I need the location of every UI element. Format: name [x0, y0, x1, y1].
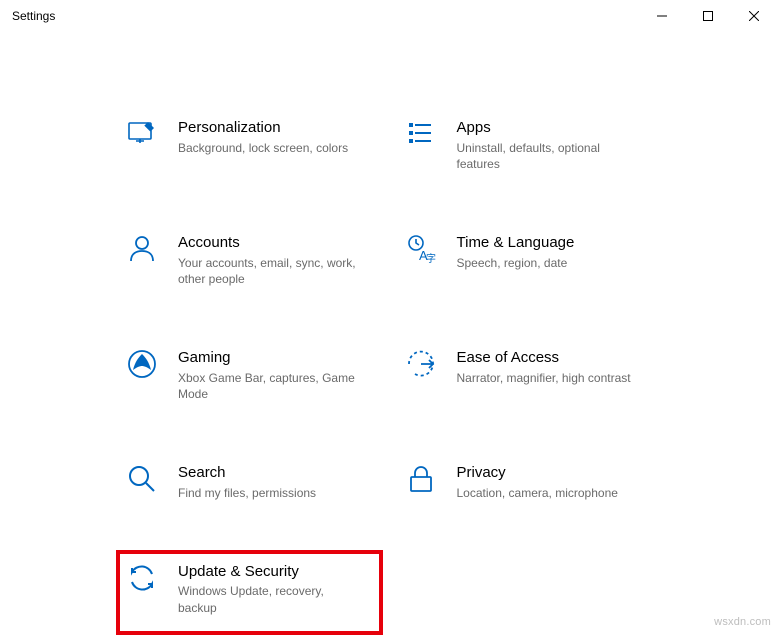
category-title: Privacy — [457, 463, 652, 483]
minimize-button[interactable] — [639, 0, 685, 32]
close-button[interactable] — [731, 0, 777, 32]
category-desc: Uninstall, defaults, optional features — [457, 140, 637, 174]
settings-grid: Personalization Background, lock screen,… — [120, 112, 657, 629]
category-privacy[interactable]: Privacy Location, camera, microphone — [399, 457, 658, 507]
category-text: Apps Uninstall, defaults, optional featu… — [457, 118, 652, 173]
update-security-icon — [126, 562, 158, 594]
category-title: Search — [178, 463, 373, 483]
time-language-icon: A 字 — [405, 233, 437, 265]
category-desc: Windows Update, recovery, backup — [178, 583, 358, 617]
category-title: Personalization — [178, 118, 373, 138]
gaming-icon — [126, 348, 158, 380]
category-personalization[interactable]: Personalization Background, lock screen,… — [120, 112, 379, 179]
category-update-security[interactable]: Update & Security Windows Update, recove… — [116, 550, 383, 635]
titlebar: Settings — [0, 0, 777, 32]
personalization-icon — [126, 118, 158, 150]
search-icon — [126, 463, 158, 495]
minimize-icon — [657, 11, 667, 21]
category-title: Apps — [457, 118, 652, 138]
category-text: Time & Language Speech, region, date — [457, 233, 652, 271]
accounts-icon — [126, 233, 158, 265]
category-apps[interactable]: Apps Uninstall, defaults, optional featu… — [399, 112, 658, 179]
category-time-language[interactable]: A 字 Time & Language Speech, region, date — [399, 227, 658, 294]
category-search[interactable]: Search Find my files, permissions — [120, 457, 379, 507]
category-desc: Xbox Game Bar, captures, Game Mode — [178, 370, 358, 404]
privacy-icon — [405, 463, 437, 495]
category-desc: Location, camera, microphone — [457, 485, 637, 502]
watermark: wsxdn.com — [714, 616, 771, 628]
category-desc: Narrator, magnifier, high contrast — [457, 370, 637, 387]
category-desc: Speech, region, date — [457, 255, 637, 272]
category-text: Ease of Access Narrator, magnifier, high… — [457, 348, 652, 386]
category-text: Search Find my files, permissions — [178, 463, 373, 501]
category-title: Time & Language — [457, 233, 652, 253]
category-ease-of-access[interactable]: Ease of Access Narrator, magnifier, high… — [399, 342, 658, 409]
category-text: Privacy Location, camera, microphone — [457, 463, 652, 501]
settings-content: Personalization Background, lock screen,… — [0, 32, 777, 629]
ease-of-access-icon — [405, 348, 437, 380]
category-text: Gaming Xbox Game Bar, captures, Game Mod… — [178, 348, 373, 403]
category-title: Accounts — [178, 233, 373, 253]
category-title: Gaming — [178, 348, 373, 368]
category-text: Accounts Your accounts, email, sync, wor… — [178, 233, 373, 288]
category-gaming[interactable]: Gaming Xbox Game Bar, captures, Game Mod… — [120, 342, 379, 409]
svg-text:字: 字 — [426, 252, 436, 265]
maximize-button[interactable] — [685, 0, 731, 32]
window-controls — [639, 0, 777, 32]
category-desc: Find my files, permissions — [178, 485, 358, 502]
window-title: Settings — [12, 9, 55, 23]
maximize-icon — [703, 11, 713, 21]
category-text: Update & Security Windows Update, recove… — [178, 562, 373, 617]
category-accounts[interactable]: Accounts Your accounts, email, sync, wor… — [120, 227, 379, 294]
category-desc: Your accounts, email, sync, work, other … — [178, 255, 358, 289]
category-title: Update & Security — [178, 562, 373, 582]
category-desc: Background, lock screen, colors — [178, 140, 358, 157]
apps-icon — [405, 118, 437, 150]
category-title: Ease of Access — [457, 348, 652, 368]
category-text: Personalization Background, lock screen,… — [178, 118, 373, 156]
close-icon — [749, 11, 759, 21]
